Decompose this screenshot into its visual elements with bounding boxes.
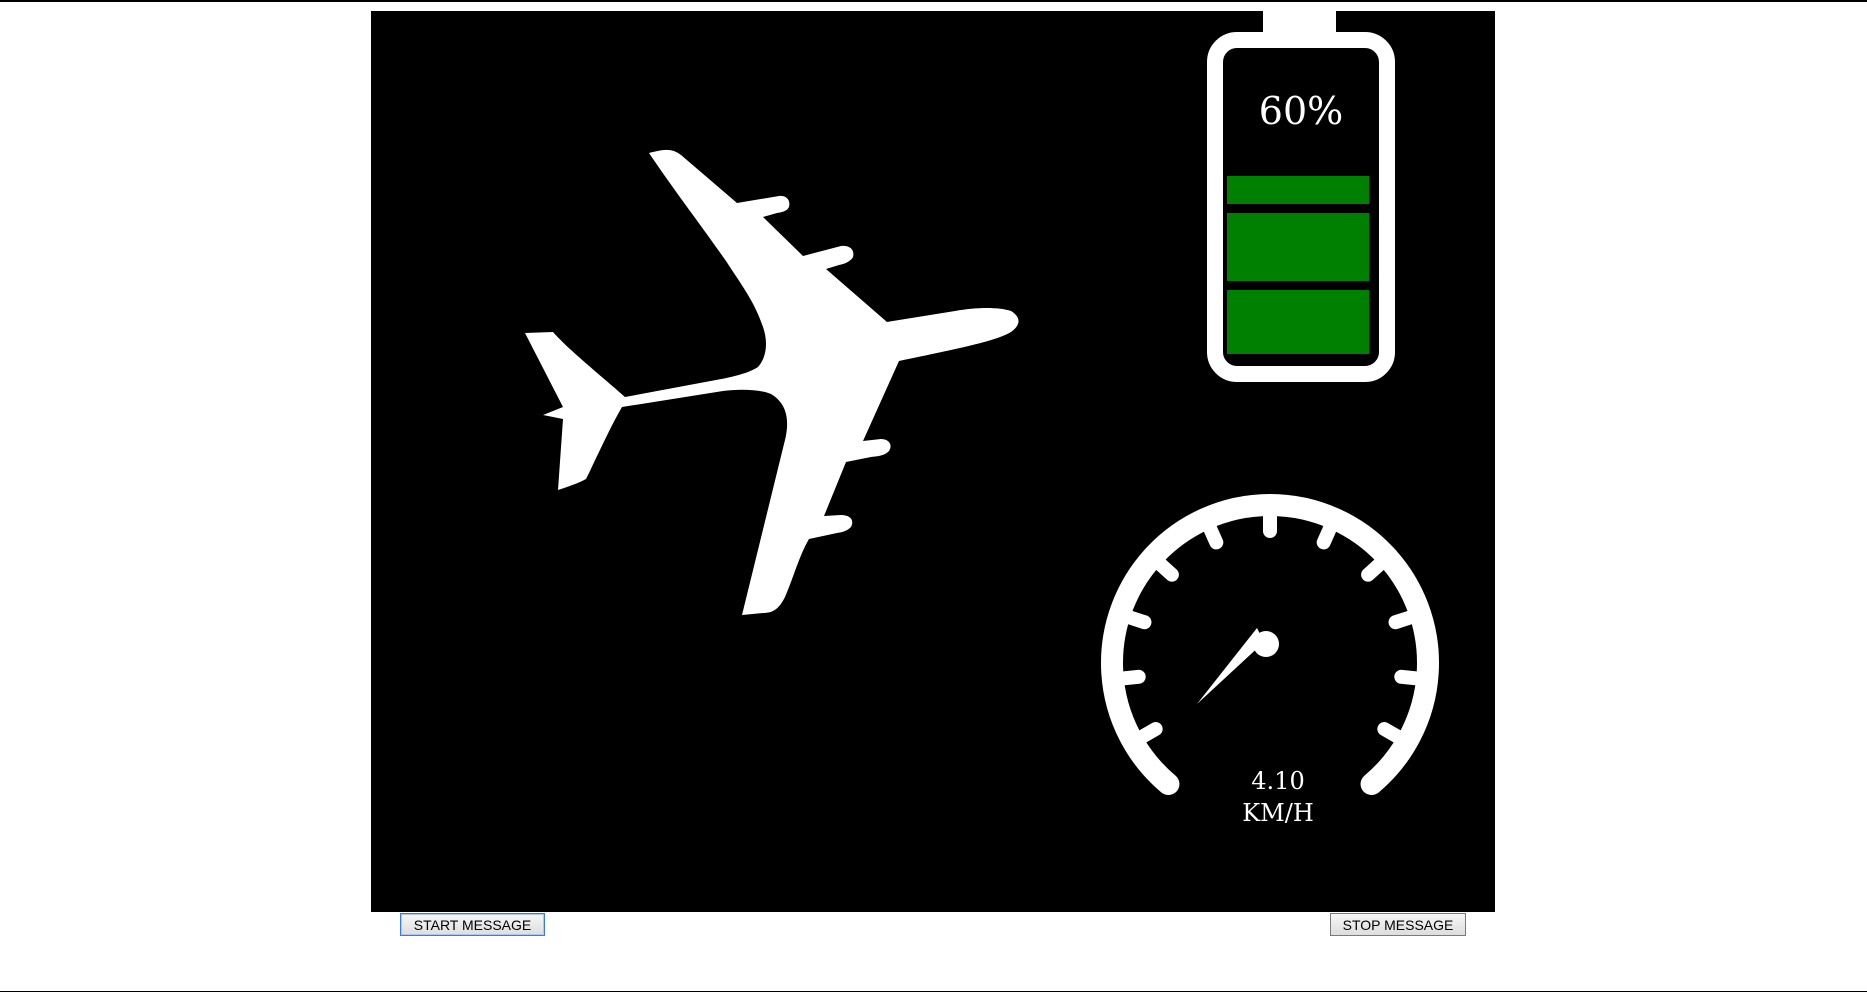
start-message-button[interactable]: START MESSAGE (400, 913, 545, 936)
speedometer-gauge: 4.10 KM/H (1101, 494, 1439, 827)
dashboard-svg: 60% 4.10 KM/H (525, 11, 1439, 827)
speedometer-tick (1153, 556, 1179, 582)
battery-level-bar (1227, 176, 1369, 204)
speedometer-tick (1388, 610, 1418, 630)
speedometer-tick (1115, 669, 1146, 686)
speed-unit: KM/H (1242, 799, 1314, 827)
battery-level-bars (1227, 176, 1369, 354)
speedometer-tick (1394, 669, 1425, 686)
speedometer-needle (1197, 628, 1279, 704)
battery-level-bar (1227, 213, 1369, 281)
speed-value: 4.10 (1251, 767, 1304, 795)
stop-message-button[interactable]: STOP MESSAGE (1330, 913, 1466, 936)
speedometer-tick (1134, 722, 1163, 744)
dashboard-panel: 60% 4.10 KM/H (371, 11, 1495, 912)
battery-gauge: 60% (1207, 11, 1395, 382)
page: 60% 4.10 KM/H START MESSAGE STOP MESSAGE (0, 0, 1867, 992)
speedometer-tick (1202, 520, 1224, 550)
battery-percent-label: 60% (1259, 89, 1343, 133)
airplane-icon (525, 149, 1019, 615)
speedometer-tick (1361, 556, 1387, 582)
battery-level-bar (1227, 290, 1369, 354)
speedometer-tick (1122, 610, 1152, 630)
speedometer-tick (1377, 722, 1406, 744)
speedometer-tick (1316, 520, 1338, 550)
